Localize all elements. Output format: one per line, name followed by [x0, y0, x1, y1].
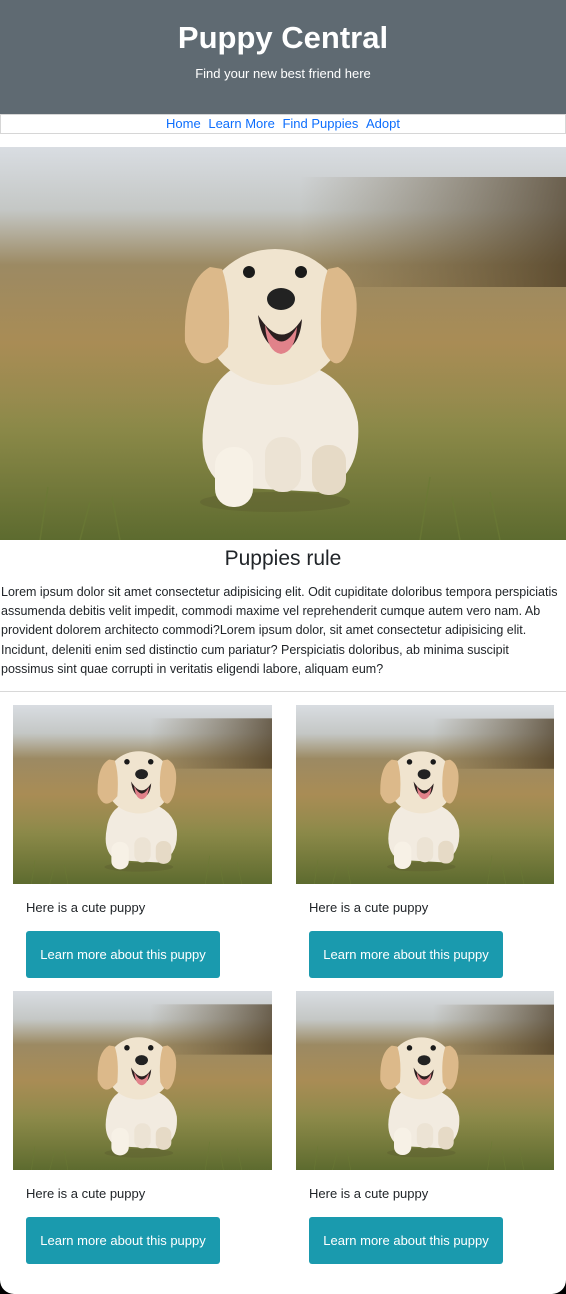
- card-text: Here is a cute puppy: [26, 900, 146, 916]
- top-nav: Home Learn More Find Puppies Adopt: [0, 114, 566, 134]
- nav-find-puppies-link[interactable]: Find Puppies: [282, 116, 358, 131]
- site-subtitle: Find your new best friend here: [195, 66, 371, 81]
- page: Puppy Central Find your new best friend …: [0, 0, 566, 1294]
- section-title: Puppies rule: [224, 547, 342, 570]
- learn-more-button[interactable]: Learn more about this puppy: [309, 1217, 503, 1265]
- site-header: Puppy Central Find your new best friend …: [0, 0, 566, 114]
- puppy-card: Here is a cute puppy Learn more about th…: [296, 705, 554, 979]
- card-puppy-image: [13, 991, 272, 1170]
- nav-adopt-link[interactable]: Adopt: [366, 116, 400, 131]
- puppy-card: Here is a cute puppy Learn more about th…: [296, 991, 554, 1265]
- site-title: Puppy Central: [177, 20, 389, 55]
- hero-puppy-image: [0, 147, 566, 540]
- card-text: Here is a cute puppy: [309, 900, 429, 916]
- card-text: Here is a cute puppy: [26, 1186, 146, 1202]
- learn-more-button[interactable]: Learn more about this puppy: [26, 931, 220, 979]
- card-puppy-image: [296, 991, 554, 1170]
- card-puppy-image: [13, 705, 272, 884]
- puppy-card: Here is a cute puppy Learn more about th…: [13, 991, 272, 1265]
- nav-home-link[interactable]: Home: [166, 116, 201, 131]
- learn-more-button[interactable]: Learn more about this puppy: [26, 1217, 220, 1265]
- puppy-card-grid: Here is a cute puppy Learn more about th…: [0, 692, 566, 1265]
- card-puppy-image: [296, 705, 554, 884]
- learn-more-button[interactable]: Learn more about this puppy: [309, 931, 503, 979]
- card-text: Here is a cute puppy: [309, 1186, 429, 1202]
- section-body: Lorem ipsum dolor sit amet consectetur a…: [1, 585, 558, 676]
- nav-learn-more-link[interactable]: Learn More: [208, 116, 274, 131]
- puppy-card: Here is a cute puppy Learn more about th…: [13, 705, 272, 979]
